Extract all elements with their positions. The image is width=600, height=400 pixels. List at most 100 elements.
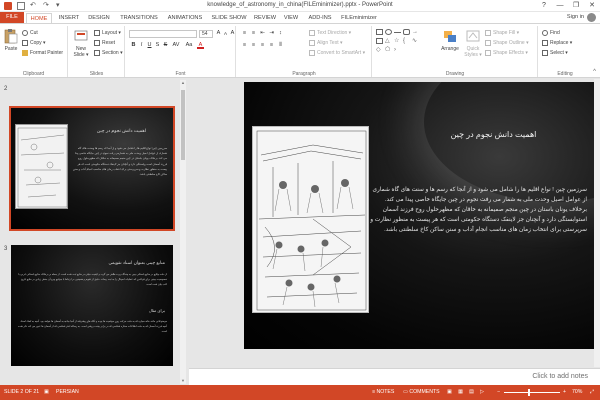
notes-toggle[interactable]: ≡ NOTES	[372, 389, 394, 395]
slide-sorter-icon[interactable]: ▦	[458, 389, 463, 395]
scroll-down-icon[interactable]: ▼	[180, 378, 186, 384]
tab-view[interactable]: VIEW	[280, 13, 302, 23]
columns-icon[interactable]: ⫴	[277, 42, 284, 49]
slide-thumbnail-3[interactable]: منابع چینی بعنوان اسناد تقویمی از دقت وق…	[11, 245, 173, 366]
pentagon-shape-icon[interactable]: ⬠	[385, 47, 392, 53]
scrollbar-thumb[interactable]	[181, 90, 185, 160]
copy-button[interactable]: Copy ▾	[22, 39, 46, 47]
format-painter-button[interactable]: Format Painter	[22, 49, 63, 57]
sign-in-link[interactable]: Sign in	[567, 14, 584, 20]
triangle-shape-icon[interactable]: △	[385, 38, 392, 44]
text-direction-button[interactable]: Text Direction ▾	[309, 29, 351, 37]
character-spacing-button[interactable]: AV	[171, 42, 181, 49]
zoom-slider[interactable]	[504, 392, 560, 393]
font-size-box[interactable]: 54	[199, 30, 213, 38]
zoom-slider-thumb[interactable]	[528, 389, 531, 396]
line-shape-icon[interactable]	[394, 32, 401, 33]
shape-fill-button[interactable]: Shape Fill ▾	[485, 29, 519, 37]
find-button[interactable]: Find	[542, 29, 560, 37]
tab-animations[interactable]: ANIMATIONS	[163, 13, 207, 23]
notes-pane[interactable]: Click to add notes	[189, 368, 600, 385]
tab-slide-show[interactable]: SLIDE SHOW	[209, 13, 249, 23]
rounded-rect-shape-icon[interactable]	[403, 29, 410, 35]
increase-indent-icon[interactable]: ⇥	[268, 30, 275, 37]
new-slide-button[interactable]: New Slide ▾	[71, 28, 91, 58]
editor-scrollbar[interactable]	[594, 79, 600, 367]
line-spacing-icon[interactable]: ↕	[277, 30, 284, 37]
zoom-level[interactable]: 70%	[572, 389, 582, 395]
align-right-icon[interactable]: ≡	[259, 42, 266, 49]
textbox-shape-icon[interactable]	[376, 38, 383, 44]
help-button[interactable]: ?	[536, 0, 552, 11]
cut-button[interactable]: Cut	[22, 29, 38, 37]
section-button[interactable]: Section ▾	[94, 49, 123, 57]
arrange-button[interactable]: Arrange	[439, 28, 461, 52]
curve-shape-icon[interactable]: ∿	[412, 38, 419, 44]
scroll-up-icon[interactable]: ▲	[180, 80, 186, 86]
normal-view-icon[interactable]: ▣	[447, 389, 452, 395]
tab-insert[interactable]: INSERT	[55, 13, 83, 23]
bullets-icon[interactable]: ≡	[241, 30, 248, 37]
fit-to-window-icon[interactable]: ⤢	[590, 389, 594, 396]
tab-add-ins[interactable]: ADD-INS	[304, 13, 336, 23]
comments-toggle[interactable]: ▭ COMMENTS	[403, 389, 440, 395]
paste-button[interactable]: Paste	[2, 28, 20, 52]
slide-count[interactable]: SLIDE 2 OF 21	[4, 389, 39, 395]
tab-home[interactable]: HOME	[26, 13, 52, 23]
change-case-button[interactable]: Aa	[184, 42, 194, 49]
grow-font-button[interactable]: A	[215, 30, 222, 37]
brace-shape-icon[interactable]: {	[403, 38, 410, 44]
decrease-indent-icon[interactable]: ⇤	[259, 30, 266, 37]
chevron-shape-icon[interactable]: ›	[394, 47, 401, 53]
oval-shape-icon[interactable]	[385, 29, 392, 35]
restore-button[interactable]: ❐	[568, 0, 584, 11]
slide-body[interactable]: سرزمین چین ! نواع اقلیم ها را شامل می شو…	[367, 185, 587, 235]
spelling-icon[interactable]: ▣	[44, 389, 49, 395]
italic-button[interactable]: I	[138, 42, 145, 49]
shadow-button[interactable]: S	[154, 42, 161, 49]
close-button[interactable]: ✕	[584, 0, 600, 11]
language-status[interactable]: PERSIAN	[56, 389, 79, 395]
star-shape-icon[interactable]: ☆	[394, 38, 401, 44]
tab-fileminimizer[interactable]: FILEminimizer	[338, 13, 380, 23]
callout-shape-icon[interactable]: ◇	[376, 47, 383, 53]
underline-button[interactable]: U	[146, 42, 153, 49]
illustration-image[interactable]	[252, 126, 369, 313]
convert-smartart-button[interactable]: Convert to SmartArt ▾	[309, 49, 365, 57]
slide-thumbnail-2[interactable]: اهمیت دانش نجوم در چین سرزمین چین! نواع …	[9, 106, 175, 231]
tab-design[interactable]: DESIGN	[84, 13, 114, 23]
collapse-ribbon-button[interactable]: ^	[593, 69, 596, 75]
zoom-out-button[interactable]: −	[497, 389, 500, 395]
clear-formatting-button[interactable]: A	[229, 30, 236, 37]
align-left-icon[interactable]: ≡	[241, 42, 248, 49]
reset-button[interactable]: Reset	[94, 39, 115, 47]
select-button[interactable]: Select ▾	[542, 49, 568, 57]
slide-title[interactable]: اهمیت دانش نجوم در چین	[402, 130, 585, 139]
justify-icon[interactable]: ≡	[268, 42, 275, 49]
layout-button[interactable]: Layout ▾	[94, 29, 121, 37]
tab-review[interactable]: REVIEW	[251, 13, 279, 23]
font-name-box[interactable]	[129, 30, 197, 38]
tab-file[interactable]: FILE	[0, 12, 24, 23]
numbering-icon[interactable]: ≡	[250, 30, 257, 37]
shrink-font-button[interactable]: A	[222, 30, 229, 37]
strikethrough-button[interactable]: S	[162, 42, 169, 49]
reading-view-icon[interactable]: ▤	[469, 389, 474, 395]
replace-button[interactable]: Replace ▾	[542, 39, 572, 47]
shape-effects-button[interactable]: Shape Effects ▾	[485, 49, 528, 57]
arrow-shape-icon[interactable]: →	[412, 29, 419, 35]
current-slide[interactable]: اهمیت دانش نجوم در چین سرزمین چین ! نواع…	[244, 82, 599, 349]
tab-transitions[interactable]: TRANSITIONS	[117, 13, 161, 23]
shapes-gallery[interactable]: → △ ☆ { ∿ ◇ ⬠ ›	[376, 29, 434, 59]
minimize-button[interactable]: —	[552, 0, 568, 11]
quick-styles-button[interactable]: Quick Styles ▾	[462, 28, 484, 58]
align-text-button[interactable]: Align Text ▾	[309, 39, 343, 47]
shape-outline-button[interactable]: Shape Outline ▾	[485, 39, 529, 47]
avatar[interactable]	[587, 13, 596, 22]
align-center-icon[interactable]: ≡	[250, 42, 257, 49]
bold-button[interactable]: B	[130, 42, 137, 49]
rectangle-shape-icon[interactable]	[376, 29, 383, 35]
font-color-button[interactable]: A	[197, 42, 204, 49]
thumbnails-scrollbar[interactable]: ▲ ▼	[180, 80, 186, 384]
zoom-in-button[interactable]: +	[563, 389, 566, 395]
